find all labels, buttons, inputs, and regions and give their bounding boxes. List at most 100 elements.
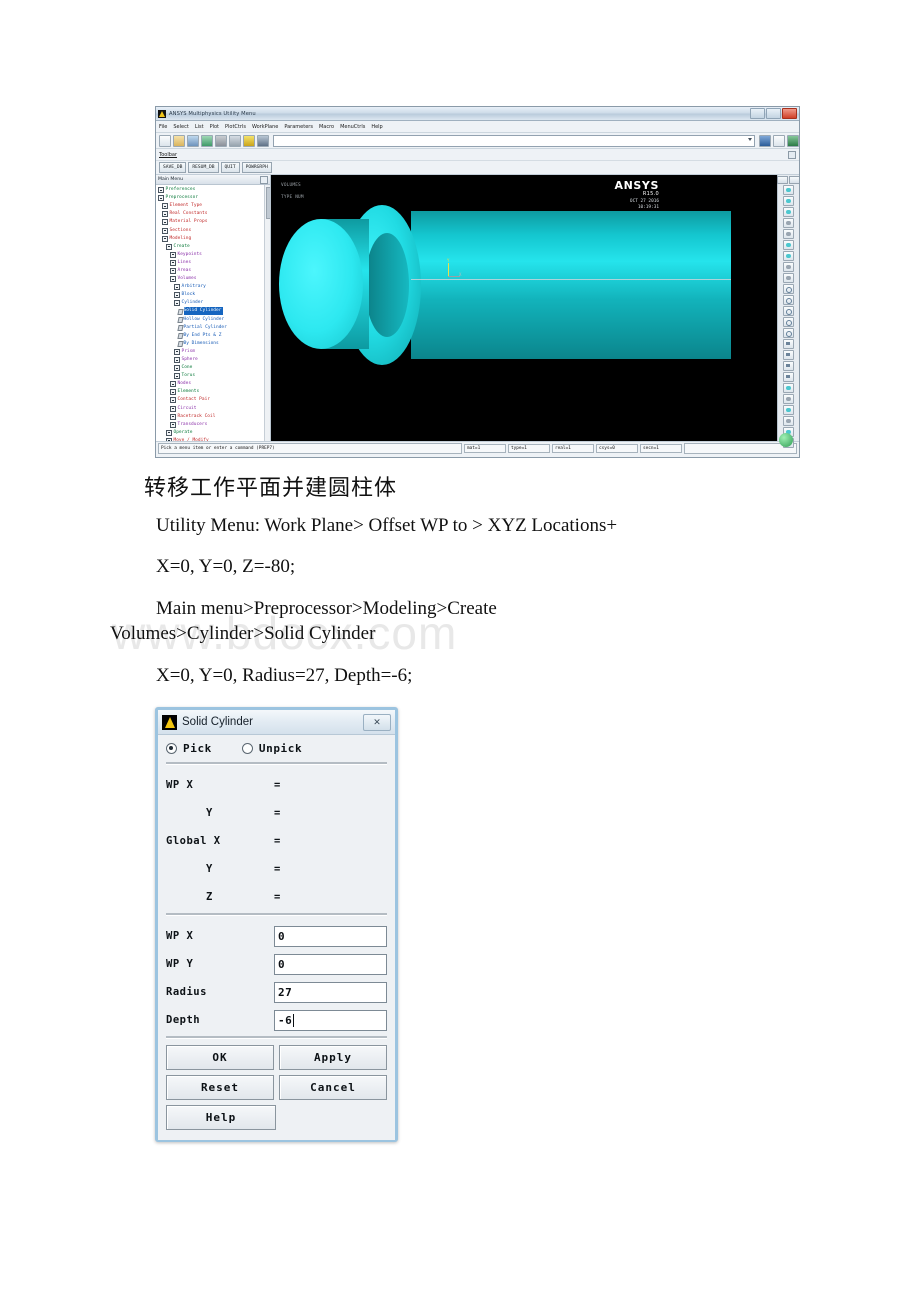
chevron-down-icon[interactable]: [748, 137, 752, 141]
close-icon[interactable]: ✕: [363, 714, 391, 731]
tree-item-arbitrary[interactable]: Arbitrary: [157, 283, 270, 291]
close-button[interactable]: [782, 108, 797, 119]
help-button[interactable]: Help: [166, 1105, 276, 1130]
unpick-radio-group[interactable]: Unpick: [241, 742, 302, 755]
tree-item-volumes[interactable]: Volumes: [157, 275, 270, 283]
view-control-icon-6[interactable]: [783, 240, 794, 250]
tree-item-solid-cylinder[interactable]: Solid Cylinder: [157, 307, 270, 316]
view-control-icon-19[interactable]: [783, 383, 794, 393]
tree-expand-icon[interactable]: [166, 437, 172, 441]
graphics-tab-1[interactable]: [777, 176, 788, 184]
menu-select[interactable]: Select: [173, 124, 188, 130]
tree-expand-icon[interactable]: [162, 203, 168, 210]
view-control-icon-11[interactable]: [783, 295, 794, 305]
tree-expand-icon[interactable]: [162, 211, 168, 218]
minimize-button[interactable]: [750, 108, 765, 119]
pick-radio[interactable]: [166, 743, 177, 754]
input-depth[interactable]: -6: [274, 1009, 387, 1031]
tree-item-keypoints[interactable]: Keypoints: [157, 251, 270, 259]
view-control-icon-10[interactable]: [783, 284, 794, 294]
tree-item-hollow-cylinder[interactable]: Hollow Cylinder: [157, 316, 270, 324]
tree-item-by-end-pts-z[interactable]: By End Pts & Z: [157, 332, 270, 340]
tree-expand-icon[interactable]: [174, 348, 180, 355]
view-control-icon-14[interactable]: [783, 328, 794, 338]
view-control-icon-20[interactable]: [783, 394, 794, 404]
tree-expand-icon[interactable]: [170, 276, 176, 283]
view-control-icon-7[interactable]: [783, 251, 794, 261]
menu-workplane[interactable]: WorkPlane: [252, 124, 278, 130]
tree-expand-icon[interactable]: [162, 219, 168, 226]
tree-item-operate[interactable]: Operate: [157, 429, 270, 437]
tree-expand-icon[interactable]: [162, 227, 168, 234]
view-control-icon-9[interactable]: [783, 273, 794, 283]
tree-item-preferences[interactable]: Preferences: [157, 186, 270, 194]
tree-leaf-icon[interactable]: [178, 333, 182, 338]
tree-item-modeling[interactable]: Modeling: [157, 235, 270, 243]
tree-leaf-icon[interactable]: [178, 317, 182, 322]
report-icon[interactable]: [229, 134, 241, 147]
tree-item-circuit[interactable]: Circuit: [157, 405, 270, 413]
view-control-icon-17[interactable]: [783, 361, 794, 371]
tree-expand-icon[interactable]: [170, 381, 176, 388]
tree-leaf-icon[interactable]: [178, 341, 182, 346]
tree-item-create[interactable]: Create: [157, 243, 270, 251]
command-input[interactable]: [273, 134, 755, 147]
tree-expand-icon[interactable]: [170, 421, 176, 428]
toolbar-button-powrgrph[interactable]: POWRGRPH: [241, 162, 272, 173]
menu-plotctrls[interactable]: PlotCtrls: [225, 124, 246, 130]
tree-item-block[interactable]: Block: [157, 291, 270, 299]
tree-expand-icon[interactable]: [174, 357, 180, 364]
tree-item-nodes[interactable]: Nodes: [157, 380, 270, 388]
ok-button[interactable]: OK: [166, 1045, 274, 1070]
tree-item-real-constants[interactable]: Real Constants: [157, 210, 270, 218]
pick-radio-group[interactable]: Pick: [166, 742, 212, 755]
view-control-icon-1[interactable]: [783, 185, 794, 195]
view-control-icon-8[interactable]: [783, 262, 794, 272]
apply-button[interactable]: Apply: [279, 1045, 387, 1070]
view-control-icon-16[interactable]: [783, 350, 794, 360]
input-wp-x[interactable]: 0: [274, 925, 387, 947]
main-menu-pin-icon[interactable]: [260, 176, 268, 184]
tree-expand-icon[interactable]: [170, 389, 176, 396]
print-icon[interactable]: [215, 134, 227, 147]
tree-expand-icon[interactable]: [174, 292, 180, 299]
view-control-icon-15[interactable]: [783, 339, 794, 349]
tree-item-prism[interactable]: Prism: [157, 348, 270, 356]
view-control-icon-21[interactable]: [783, 405, 794, 415]
menu-macro[interactable]: Macro: [319, 124, 334, 130]
tree-expand-icon[interactable]: [174, 365, 180, 372]
resume-icon[interactable]: [201, 134, 213, 147]
tree-expand-icon[interactable]: [170, 259, 176, 266]
ansys-help-icon[interactable]: [257, 134, 269, 147]
tree-expand-icon[interactable]: [170, 251, 176, 258]
view-control-icon-2[interactable]: [783, 196, 794, 206]
menu-list[interactable]: List: [195, 124, 204, 130]
tree-item-material-props[interactable]: Material Props: [157, 218, 270, 226]
view-control-icon-3[interactable]: [783, 207, 794, 217]
view-control-icon-5[interactable]: [783, 229, 794, 239]
tree-expand-icon[interactable]: [170, 397, 176, 404]
menu-help[interactable]: Help: [371, 124, 382, 130]
input-wp-y[interactable]: 0: [274, 953, 387, 975]
unpick-radio[interactable]: [241, 743, 253, 754]
tree-scrollbar-thumb[interactable]: [265, 187, 270, 219]
tree-item-contact-pair[interactable]: Contact Pair: [157, 396, 270, 404]
tree-item-racetrack-coil[interactable]: Racetrack Coil: [157, 413, 270, 421]
tree-leaf-icon[interactable]: [178, 309, 182, 314]
tree-item-by-dimensions[interactable]: By Dimensions: [157, 340, 270, 348]
tree-leaf-icon[interactable]: [178, 325, 182, 330]
tree-item-areas[interactable]: Areas: [157, 267, 270, 275]
new-file-icon[interactable]: [159, 134, 171, 147]
menu-menuctrls[interactable]: MenuCtrls: [340, 124, 365, 130]
save-icon[interactable]: [187, 134, 199, 147]
tree-item-torus[interactable]: Torus: [157, 372, 270, 380]
tree-expand-icon[interactable]: [170, 413, 176, 420]
view-control-icon-4[interactable]: [783, 218, 794, 228]
tree-expand-icon[interactable]: [174, 284, 180, 291]
menu-file[interactable]: File: [159, 124, 167, 130]
reset-button[interactable]: Reset: [166, 1075, 274, 1100]
toolbar-pin-icon[interactable]: [788, 151, 796, 159]
view-control-icon-22[interactable]: [783, 416, 794, 426]
tree-item-cylinder[interactable]: Cylinder: [157, 299, 270, 307]
maximize-button[interactable]: [766, 108, 781, 119]
